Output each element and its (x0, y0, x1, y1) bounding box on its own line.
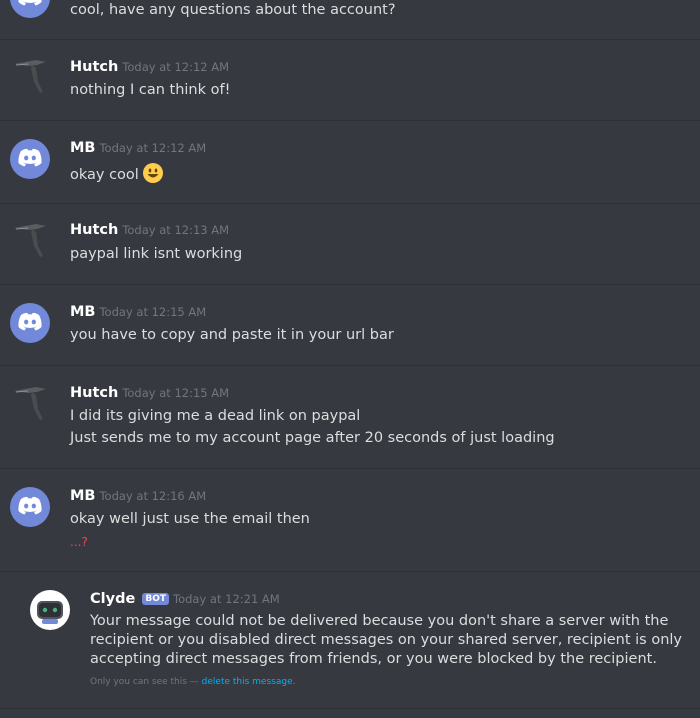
ephemeral-prefix: Only you can see this — (90, 677, 202, 687)
author-label[interactable]: Hutch (70, 222, 118, 238)
message-divider (0, 708, 700, 709)
timestamp: Today at 12:21 AM (173, 592, 280, 606)
avatar-mb[interactable] (10, 139, 50, 179)
clyde-avatar[interactable] (30, 590, 70, 630)
message-divider (0, 365, 700, 366)
message-divider (0, 284, 700, 285)
timestamp: Today at 12:15 AM (122, 386, 230, 400)
discord-icon (18, 148, 42, 167)
author-label[interactable]: Hutch (70, 385, 118, 401)
clyde-bot-icon (31, 591, 69, 629)
avatar-hutch[interactable] (10, 383, 50, 423)
avatar-hutch[interactable] (10, 56, 50, 96)
hutch-avatar-icon (14, 224, 46, 257)
failed-message-text: ...? (70, 535, 88, 549)
timestamp: Today at 12:15 AM (99, 305, 207, 319)
message-divider (0, 571, 700, 572)
message-text: okay cool (70, 163, 163, 183)
discord-icon (18, 496, 42, 515)
timestamp: Today at 12:12 AM (99, 141, 207, 155)
avatar-mb[interactable] (10, 303, 50, 343)
bot-tag-badge: BOT (142, 593, 169, 605)
author-label[interactable]: MB (70, 304, 95, 320)
message-divider (0, 203, 700, 204)
author-name[interactable]: MB Today at 12:12 AM (70, 140, 206, 156)
message-text: you have to copy and paste it in your ur… (70, 327, 394, 343)
author-name[interactable]: MB Today at 12:15 AM (70, 304, 206, 320)
message-text-content: okay cool (70, 167, 139, 183)
timestamp: Today at 12:12 AM (122, 60, 230, 74)
ephemeral-notice: Only you can see this — delete this mess… (90, 677, 295, 687)
author-name[interactable]: Hutch Today at 12:15 AM (70, 385, 229, 401)
hutch-avatar-icon (14, 60, 46, 93)
message-text: I did its giving me a dead link on paypa… (70, 408, 361, 424)
discord-icon (18, 0, 42, 6)
hutch-avatar-icon (14, 387, 46, 420)
message-text: Just sends me to my account page after 2… (70, 430, 555, 446)
avatar-mb[interactable] (10, 0, 50, 18)
author-label[interactable]: Clyde (90, 591, 135, 607)
author-name[interactable]: Hutch Today at 12:12 AM (70, 59, 229, 75)
timestamp: Today at 12:13 AM (122, 223, 230, 237)
system-message-text: Your message could not be delivered beca… (90, 613, 683, 667)
message-text: paypal link isnt working (70, 246, 243, 262)
message-divider (0, 468, 700, 469)
message-text: okay well just use the email then (70, 511, 310, 527)
avatar-mb[interactable] (10, 487, 50, 527)
author-label[interactable]: MB (70, 140, 95, 156)
author-label[interactable]: Hutch (70, 59, 118, 75)
author-name[interactable]: MB Today at 12:16 AM (70, 488, 206, 504)
author-label[interactable]: MB (70, 488, 95, 504)
discord-icon (18, 312, 42, 331)
author-name[interactable]: Clyde BOT Today at 12:21 AM (90, 591, 280, 607)
message-text: nothing I can think of! (70, 82, 231, 98)
delete-message-link[interactable]: delete this message. (202, 677, 296, 687)
message-divider (0, 39, 700, 40)
avatar-hutch[interactable] (10, 220, 50, 260)
message-text: cool, have any questions about the accou… (70, 2, 396, 18)
timestamp: Today at 12:16 AM (99, 489, 207, 503)
author-name[interactable]: Hutch Today at 12:13 AM (70, 222, 229, 238)
smiley-emoji-icon (142, 163, 163, 183)
message-divider (0, 120, 700, 121)
